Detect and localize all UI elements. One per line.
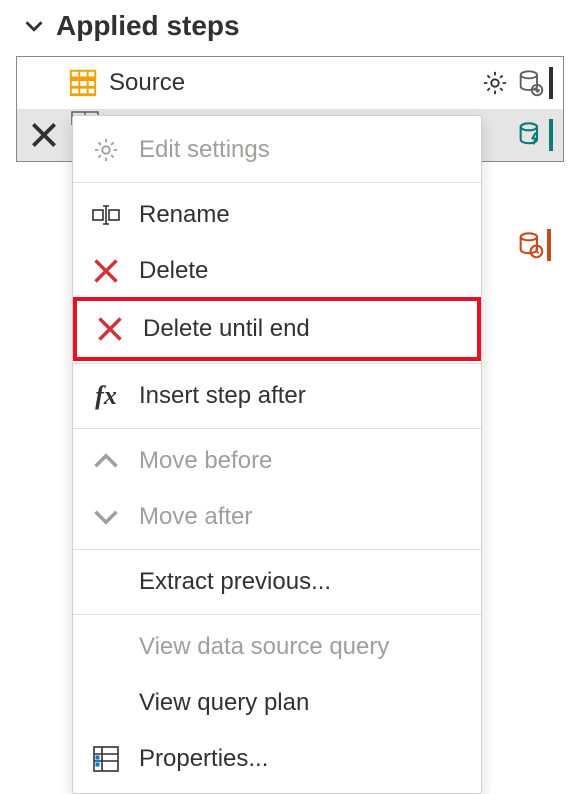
gear-icon: [91, 135, 121, 165]
database-icon[interactable]: [514, 67, 546, 99]
blank-icon: [91, 567, 121, 597]
chevron-down-icon: [91, 502, 121, 532]
close-icon[interactable]: [27, 118, 61, 152]
properties-icon: [91, 744, 121, 774]
step-row-source[interactable]: Source: [17, 57, 563, 109]
blank-icon: [91, 632, 121, 662]
step-actions: [514, 119, 553, 151]
menu-view-data-source-query: View data source query: [73, 619, 481, 675]
menu-label: Extract previous...: [139, 568, 331, 596]
menu-divider: [73, 549, 481, 550]
menu-view-query-plan[interactable]: View query plan: [73, 675, 481, 731]
applied-steps-header[interactable]: Applied steps: [0, 0, 580, 56]
menu-rename[interactable]: Rename: [73, 187, 481, 243]
chevron-down-icon: [24, 16, 44, 36]
menu-extract-previous[interactable]: Extract previous...: [73, 554, 481, 610]
menu-label: View query plan: [139, 689, 309, 717]
menu-label: Edit settings: [139, 136, 270, 164]
context-menu: Edit settings Rename Delete Delete until…: [72, 115, 482, 794]
rename-icon: [91, 200, 121, 230]
menu-divider: [73, 428, 481, 429]
accent-bar: [549, 67, 553, 99]
chevron-up-icon: [91, 446, 121, 476]
step-label: Source: [109, 69, 469, 97]
menu-properties[interactable]: Properties...: [73, 731, 481, 787]
accent-bar: [547, 229, 551, 261]
accent-bar: [549, 119, 553, 151]
menu-move-before: Move before: [73, 433, 481, 489]
delete-x-icon: [95, 314, 125, 344]
menu-move-after: Move after: [73, 489, 481, 545]
menu-label: Move after: [139, 503, 252, 531]
menu-label: Delete until end: [143, 315, 310, 343]
menu-edit-settings: Edit settings: [73, 122, 481, 178]
database-lightning-icon[interactable]: [514, 119, 546, 151]
database-clock-icon[interactable]: [516, 229, 551, 261]
blank-icon: [91, 688, 121, 718]
menu-insert-step-after[interactable]: fx Insert step after: [73, 368, 481, 424]
menu-label: Rename: [139, 201, 230, 229]
menu-divider: [73, 363, 481, 364]
panel-title: Applied steps: [56, 10, 240, 42]
gear-icon[interactable]: [479, 67, 511, 99]
menu-divider: [73, 182, 481, 183]
fx-icon: fx: [91, 381, 121, 411]
table-icon: [67, 67, 99, 99]
menu-delete-until-end[interactable]: Delete until end: [73, 297, 481, 361]
step-actions: [479, 67, 553, 99]
delete-x-icon: [91, 256, 121, 286]
menu-label: Properties...: [139, 745, 268, 773]
menu-label: Insert step after: [139, 382, 306, 410]
menu-label: Move before: [139, 447, 272, 475]
menu-delete[interactable]: Delete: [73, 243, 481, 299]
menu-label: Delete: [139, 257, 208, 285]
menu-label: View data source query: [139, 633, 389, 661]
menu-divider: [73, 614, 481, 615]
